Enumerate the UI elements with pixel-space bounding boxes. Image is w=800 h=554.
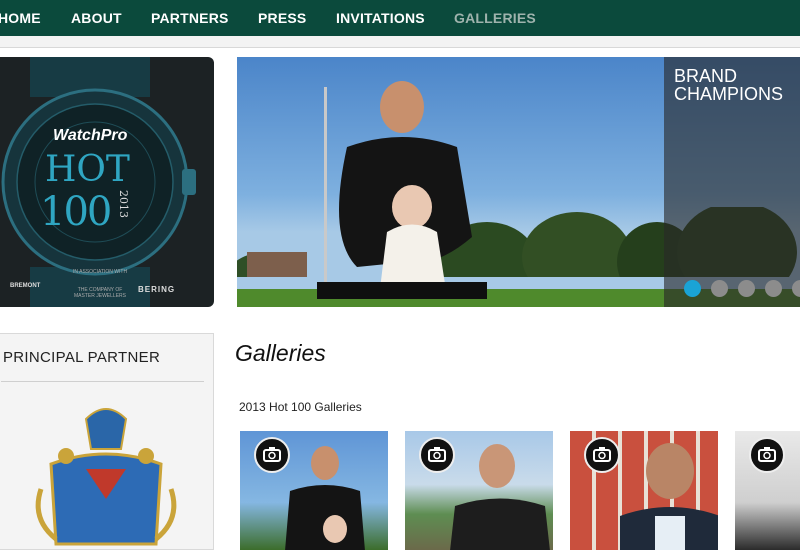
bremont-logo: BREMONT: [10, 283, 41, 289]
nav-home[interactable]: HOME: [0, 10, 41, 26]
promo-hot: HOT: [45, 149, 130, 190]
master-jewellers-logo: THE COMPANY OF MASTER JEWELLERS: [74, 287, 126, 299]
bering-logo: BERING: [138, 285, 176, 294]
hero-slider[interactable]: BRAND CHAMPIONS: [237, 57, 800, 307]
principal-partner-box: PRINCIPAL PARTNER: [0, 333, 214, 550]
caption-title: BRAND CHAMPIONS: [674, 66, 784, 104]
partner-title: PRINCIPAL PARTNER: [3, 349, 161, 366]
camera-icon: [749, 437, 785, 473]
nav-invitations[interactable]: INVITATIONS: [336, 10, 425, 26]
main-nav: HOME ABOUT PARTNERS PRESS INVITATIONS GA…: [0, 0, 800, 36]
nav-partners[interactable]: PARTNERS: [151, 10, 229, 26]
galleries-heading: Galleries: [235, 340, 326, 366]
slider-dot-1[interactable]: [684, 280, 701, 297]
gallery-thumb-partial[interactable]: [735, 431, 800, 550]
hot100-promo[interactable]: WatchPro HOT 100 2013 IN ASSOCIATION WIT…: [0, 57, 214, 307]
caption-panel: BRAND CHAMPIONS: [664, 57, 800, 307]
promo-year: 2013: [117, 190, 130, 218]
nav-press[interactable]: PRESS: [258, 10, 306, 26]
nav-galleries[interactable]: GALLERIES: [454, 10, 536, 26]
glasses-figure: [620, 443, 718, 550]
partner-divider: [1, 381, 204, 382]
camera-icon: [584, 437, 620, 473]
nav-divider: [0, 36, 800, 48]
gallery-thumb-golfer[interactable]: [240, 431, 388, 550]
coast-figure: [450, 444, 550, 550]
promo-assoc: IN ASSOCIATION WITH: [73, 269, 128, 275]
nav-about[interactable]: ABOUT: [71, 10, 122, 26]
slider-dot-4[interactable]: [765, 280, 782, 297]
hero-figures: [317, 81, 487, 299]
coat-of-arms-icon[interactable]: [31, 394, 181, 554]
galleries-subheading[interactable]: 2013 Hot 100 Galleries: [239, 400, 362, 414]
camera-icon: [419, 437, 455, 473]
promo-100: 100: [40, 189, 112, 235]
gallery-thumb-glasses[interactable]: [570, 431, 718, 550]
slider-dot-2[interactable]: [711, 280, 728, 297]
camera-icon: [254, 437, 290, 473]
promo-brand: WatchPro: [53, 127, 128, 144]
gallery-thumb-coast[interactable]: [405, 431, 553, 550]
slider-dot-3[interactable]: [738, 280, 755, 297]
